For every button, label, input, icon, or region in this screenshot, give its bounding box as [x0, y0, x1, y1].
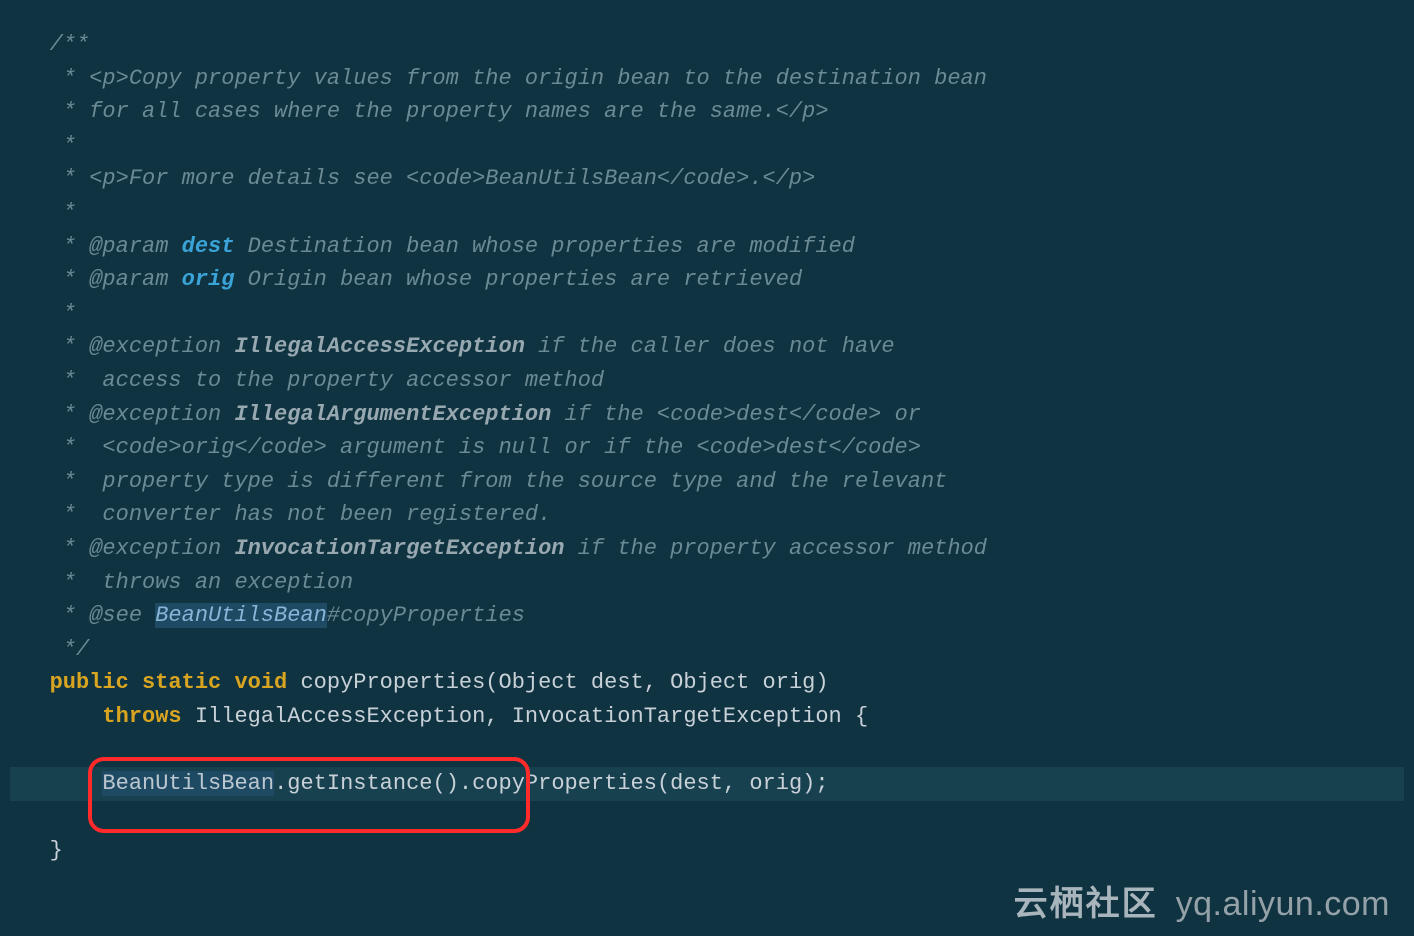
- javadoc-line: * converter has not been registered.: [10, 502, 551, 527]
- javadoc-line: * @param dest Destination bean whose pro…: [10, 234, 855, 259]
- javadoc-line: * property type is different from the so…: [10, 469, 947, 494]
- javadoc-line: * for all cases where the property names…: [10, 99, 829, 124]
- javadoc-line: /**: [10, 32, 89, 57]
- javadoc-line: * @exception InvocationTargetException i…: [10, 536, 987, 561]
- javadoc-line: * @exception IllegalAccessException if t…: [10, 334, 895, 359]
- javadoc-line: * <code>orig</code> argument is null or …: [10, 435, 921, 460]
- code-editor[interactable]: /** * <p>Copy property values from the o…: [0, 0, 1414, 878]
- javadoc-line: *: [10, 301, 76, 326]
- javadoc-line: * <p>For more details see <code>BeanUtil…: [10, 166, 815, 191]
- javadoc-line: *: [10, 200, 76, 225]
- javadoc-line: */: [10, 637, 89, 662]
- watermark-cn: 云栖社区: [1014, 888, 1158, 922]
- code-line: throws IllegalAccessException, Invocatio…: [10, 704, 868, 729]
- selected-symbol[interactable]: BeanUtilsBean: [102, 771, 274, 796]
- javadoc-line: * @see BeanUtilsBean#copyProperties: [10, 603, 525, 628]
- javadoc-line: *: [10, 133, 76, 158]
- javadoc-line: * @param orig Origin bean whose properti…: [10, 267, 802, 292]
- javadoc-line: * throws an exception: [10, 570, 353, 595]
- code-line: }: [10, 838, 63, 863]
- cursor-line[interactable]: BeanUtilsBean.getInstance().copyProperti…: [10, 767, 1404, 801]
- code-line: public static void copyProperties(Object…: [10, 670, 829, 695]
- watermark: 云栖社区 yq.aliyun.com: [1014, 888, 1390, 922]
- javadoc-line: * <p>Copy property values from the origi…: [10, 66, 987, 91]
- javadoc-line: * @exception IllegalArgumentException if…: [10, 402, 921, 427]
- javadoc-line: * access to the property accessor method: [10, 368, 604, 393]
- watermark-en: yq.aliyun.com: [1176, 888, 1390, 922]
